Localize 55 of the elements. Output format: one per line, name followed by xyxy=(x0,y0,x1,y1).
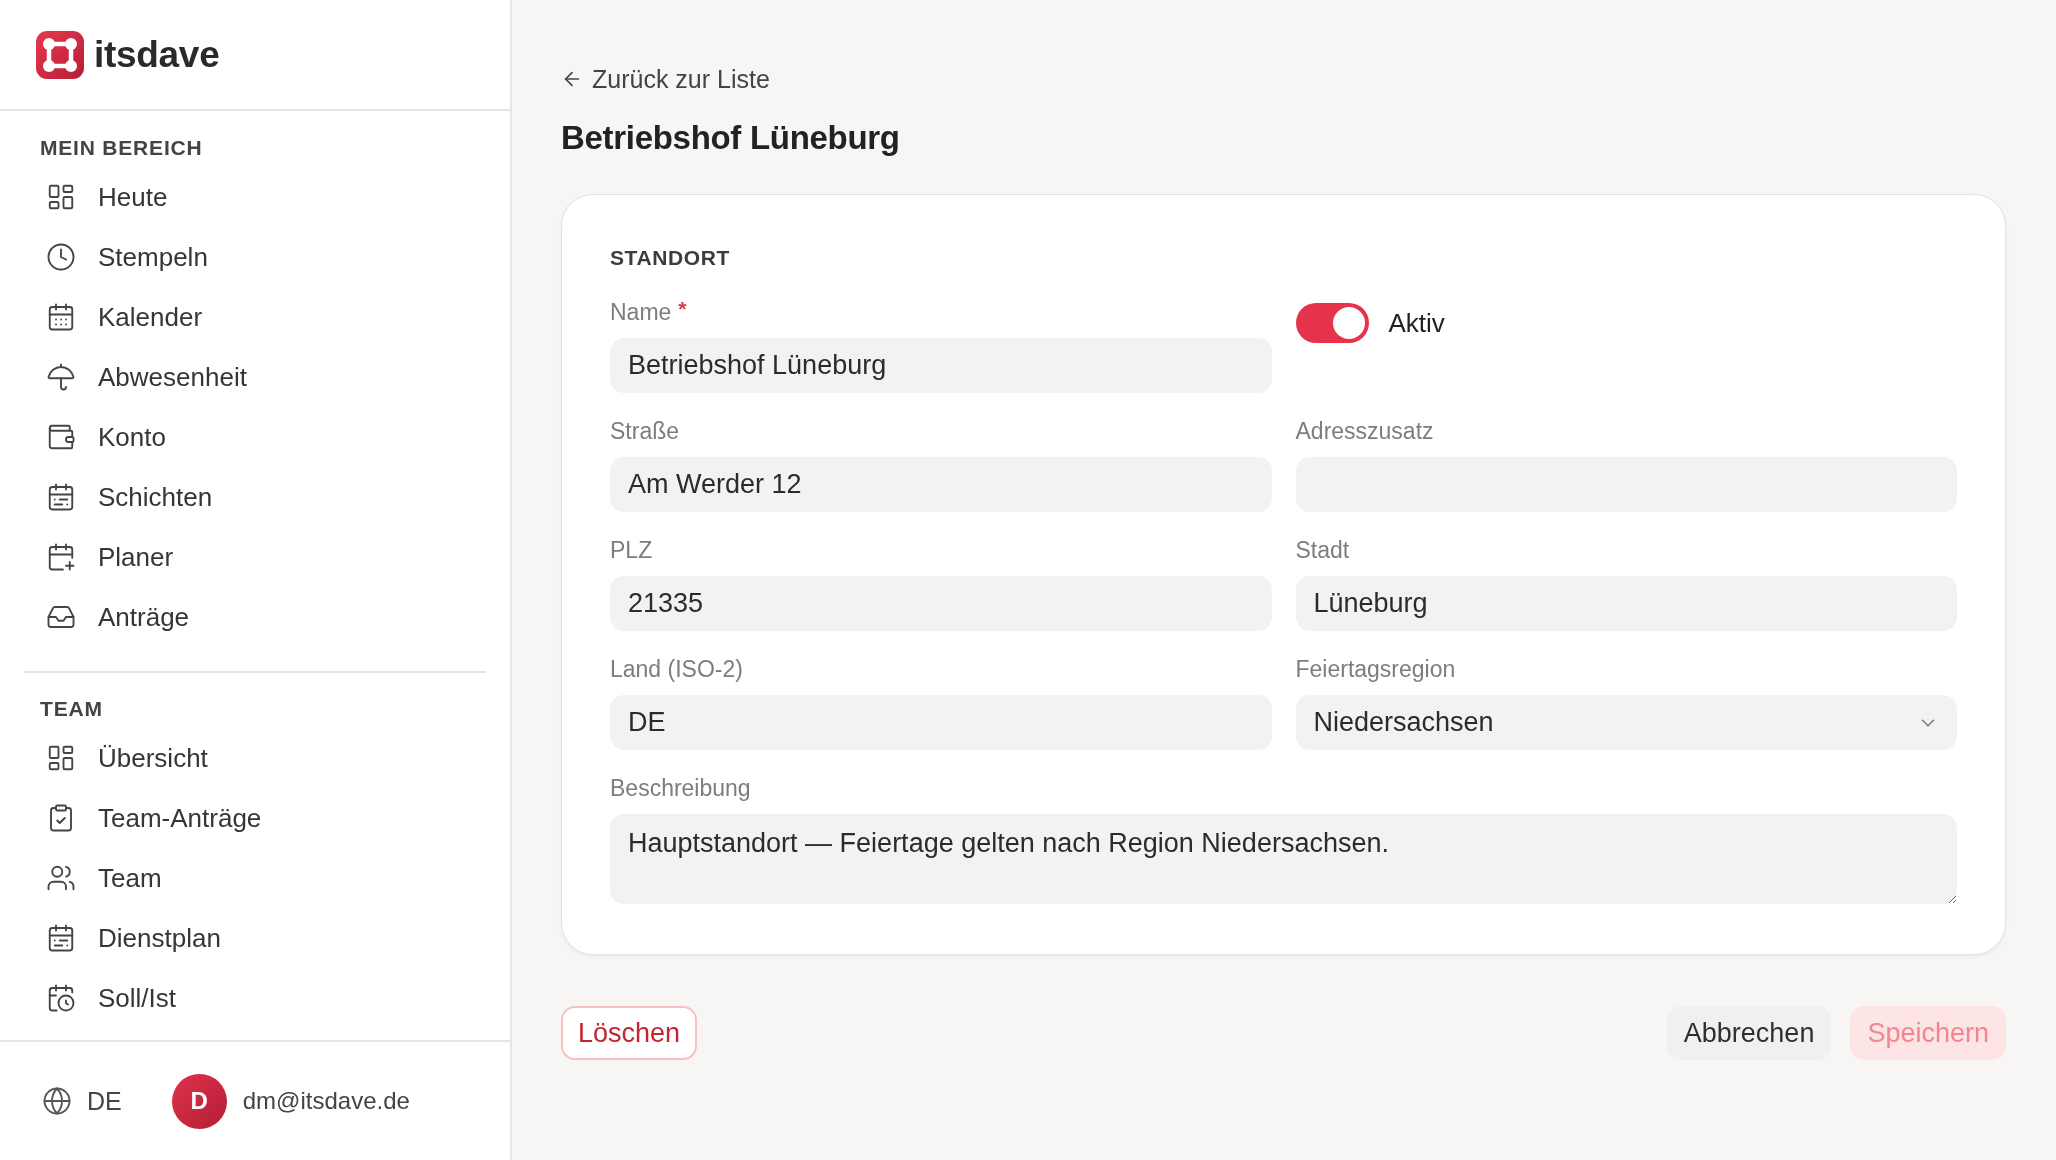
field-label: Stadt xyxy=(1295,536,1350,564)
field-label: PLZ xyxy=(610,536,653,564)
umbrella-icon xyxy=(46,362,76,392)
nav-item[interactable]: Heute xyxy=(24,167,486,227)
nav-item[interactable]: Schichten xyxy=(24,467,486,527)
logo-text: itsdave xyxy=(94,32,220,77)
calendar-list-icon xyxy=(46,923,76,953)
select-field[interactable]: Niedersachsen xyxy=(1295,695,1957,750)
back-link[interactable]: Zurück zur Liste xyxy=(561,64,770,94)
calendar-clock-icon xyxy=(46,983,76,1013)
nav-item[interactable]: Stempeln xyxy=(24,227,486,287)
calendar-list-icon xyxy=(46,482,76,512)
nav-item[interactable]: Kalender xyxy=(24,287,486,347)
text-field[interactable]: DE xyxy=(610,695,1272,750)
logo-icon xyxy=(36,30,84,79)
text-field[interactable]: 21335 xyxy=(610,576,1272,631)
avatar[interactable]: D xyxy=(171,1073,227,1129)
field-label: Name xyxy=(610,298,672,326)
section-heading: TEAM xyxy=(39,696,104,722)
page-title: Betriebshof Lüneburg xyxy=(561,118,900,158)
calendar-plus-icon xyxy=(46,542,76,572)
field-label: Feiertagsregion xyxy=(1295,655,1456,683)
textarea-field[interactable]: Hauptstandort — Feiertage gelten nach Region Niedersachsen. xyxy=(610,814,1957,904)
text-field[interactable]: Lüneburg xyxy=(1295,576,1957,631)
nav-item[interactable]: Dienstplan xyxy=(24,908,486,968)
clock-icon xyxy=(46,242,76,272)
nav-item[interactable]: Konto xyxy=(24,407,486,467)
toggle-switch[interactable] xyxy=(1295,303,1369,343)
text-field[interactable]: Betriebshof Lüneburg xyxy=(610,338,1272,393)
dashboard-icon xyxy=(46,182,76,212)
nav-item[interactable]: Anträge xyxy=(24,587,486,647)
calendar-icon xyxy=(46,302,76,332)
nav-item[interactable]: Übersicht xyxy=(24,728,486,788)
users-icon xyxy=(46,863,76,893)
toggle-label: Aktiv xyxy=(1388,307,1445,339)
cancel-button[interactable]: Abbrechen xyxy=(1666,1006,1832,1060)
dashboard-icon xyxy=(46,743,76,773)
globe-icon xyxy=(42,1086,72,1116)
field-label: Adresszusatz xyxy=(1295,417,1434,445)
field-label: Straße xyxy=(610,417,680,445)
nav-item[interactable]: Planer xyxy=(24,527,486,587)
nav-item[interactable]: Team-Anträge xyxy=(24,788,486,848)
delete-button[interactable]: Löschen xyxy=(561,1006,698,1060)
field-label: Beschreibung xyxy=(610,774,751,802)
nav-item[interactable]: Soll/Ist xyxy=(24,968,486,1028)
nav-item[interactable]: Abwesenheit xyxy=(24,347,486,407)
required-mark: * xyxy=(678,298,687,320)
nav-item[interactable]: Team xyxy=(24,848,486,908)
field-label: Land (ISO-2) xyxy=(610,655,743,683)
user-email: dm@itsdave.de xyxy=(242,1087,410,1115)
language-button[interactable]: DE xyxy=(42,1086,122,1116)
text-field[interactable]: Am Werder 12 xyxy=(610,457,1272,512)
section-heading: STANDORT xyxy=(610,245,730,271)
section-heading: MEIN BEREICH xyxy=(39,135,204,161)
wallet-icon xyxy=(46,422,76,452)
